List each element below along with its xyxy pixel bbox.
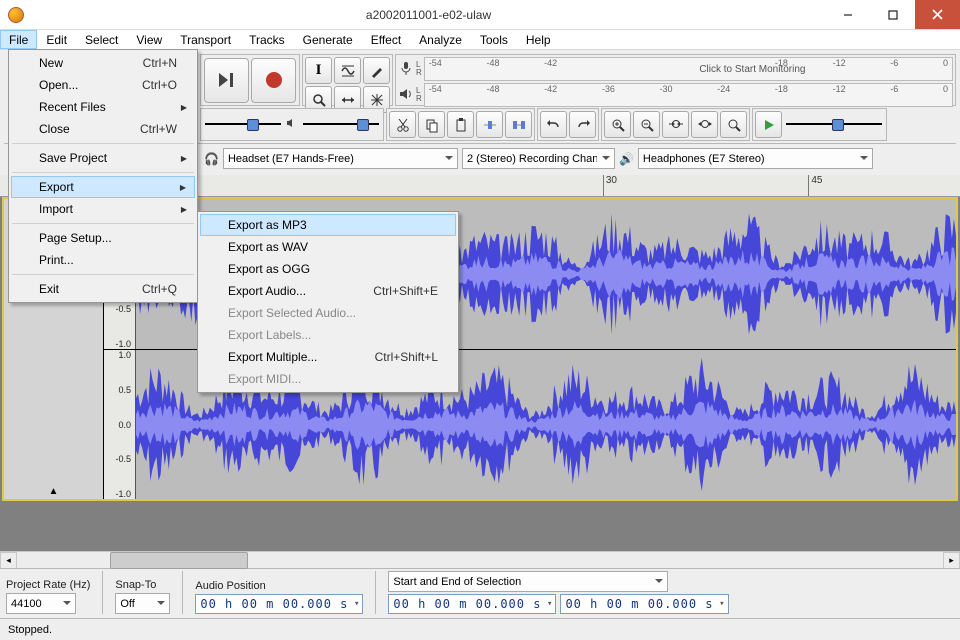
file-menu-dropdown: NewCtrl+NOpen...Ctrl+ORecent FilesCloseC… bbox=[8, 49, 198, 303]
menu-generate[interactable]: Generate bbox=[294, 30, 362, 49]
audio-position-label: Audio Position bbox=[195, 580, 363, 592]
playback-device-combo[interactable]: Headphones (E7 Stereo) bbox=[638, 148, 873, 169]
menu-item-open[interactable]: Open...Ctrl+O bbox=[11, 74, 195, 96]
menu-item-export[interactable]: Export bbox=[11, 176, 195, 198]
menu-item-new[interactable]: NewCtrl+N bbox=[11, 52, 195, 74]
menu-view[interactable]: View bbox=[127, 30, 171, 49]
mic-icon bbox=[398, 60, 414, 79]
speaker-icon bbox=[398, 86, 414, 105]
menu-tracks[interactable]: Tracks bbox=[240, 30, 294, 49]
menu-bar: FileEditSelectViewTransportTracksGenerat… bbox=[0, 30, 960, 50]
close-button[interactable] bbox=[915, 0, 960, 29]
menu-item-save-project[interactable]: Save Project bbox=[11, 147, 195, 169]
undo-button[interactable] bbox=[540, 111, 567, 138]
meter-lr-label-play: LR bbox=[416, 87, 422, 103]
cut-button[interactable] bbox=[389, 111, 416, 138]
paste-button[interactable] bbox=[447, 111, 474, 138]
project-rate-label: Project Rate (Hz) bbox=[6, 579, 90, 591]
zoom-toggle-button[interactable] bbox=[720, 111, 747, 138]
menu-item-exit[interactable]: ExitCtrl+Q bbox=[11, 278, 195, 300]
playatspeed-toolbar bbox=[752, 108, 887, 141]
meter-lr-label: LR bbox=[416, 61, 422, 77]
envelope-tool-button[interactable] bbox=[334, 57, 361, 84]
fit-project-button[interactable] bbox=[691, 111, 718, 138]
redo-button[interactable] bbox=[569, 111, 596, 138]
undo-toolbar bbox=[537, 108, 599, 141]
menu-item-export-audio[interactable]: Export Audio...Ctrl+Shift+E bbox=[200, 280, 456, 302]
menu-item-export-midi: Export MIDI... bbox=[200, 368, 456, 390]
horizontal-scrollbar[interactable]: ◂ ▸ bbox=[0, 551, 960, 568]
menu-help[interactable]: Help bbox=[517, 30, 560, 49]
edit-toolbar bbox=[386, 108, 535, 141]
draw-tool-button[interactable] bbox=[363, 57, 390, 84]
track-collapse-button[interactable]: ▲ bbox=[8, 486, 99, 497]
project-rate-combo[interactable]: 44100 bbox=[6, 593, 76, 614]
zoom-toolbar bbox=[601, 108, 750, 141]
selection-bar: Project Rate (Hz) 44100 Snap-To Off Audi… bbox=[0, 568, 960, 618]
audio-position-field[interactable]: 00 h 00 m 00.000 s bbox=[195, 594, 363, 614]
selection-start-field[interactable]: 00 h 00 m 00.000 s bbox=[388, 594, 556, 614]
menu-select[interactable]: Select bbox=[76, 30, 127, 49]
menu-analyze[interactable]: Analyze bbox=[410, 30, 471, 49]
menu-item-print[interactable]: Print... bbox=[11, 249, 195, 271]
record-meter[interactable]: -54-48-42-36-30-24-18-12-60 Click to Sta… bbox=[424, 57, 953, 81]
menu-item-export-labels: Export Labels... bbox=[200, 324, 456, 346]
copy-button[interactable] bbox=[418, 111, 445, 138]
play-speed-slider[interactable] bbox=[784, 113, 884, 137]
tools-toolbar: I bbox=[302, 54, 393, 106]
record-channels-combo[interactable]: 2 (Stereo) Recording Channels bbox=[462, 148, 615, 169]
menu-file[interactable]: File bbox=[0, 30, 37, 49]
trim-button[interactable] bbox=[476, 111, 503, 138]
title-bar: a2002011001-e02-ulaw bbox=[0, 0, 960, 30]
record-button[interactable] bbox=[251, 58, 296, 103]
meters-toolbar: LR -54-48-42-36-30-24-18-12-60 Click to … bbox=[395, 54, 956, 106]
playback-device-icon: 🔊 bbox=[619, 152, 634, 166]
menu-item-import[interactable]: Import bbox=[11, 198, 195, 220]
timeline-tick: 30 bbox=[603, 175, 617, 196]
speaker-small-icon bbox=[285, 116, 299, 133]
menu-item-export-multiple[interactable]: Export Multiple...Ctrl+Shift+L bbox=[200, 346, 456, 368]
timeline-tick: 45 bbox=[808, 175, 822, 196]
status-text: Stopped. bbox=[8, 619, 60, 640]
menu-item-close[interactable]: CloseCtrl+W bbox=[11, 118, 195, 140]
skip-end-button[interactable] bbox=[204, 58, 249, 103]
transport-toolbar bbox=[200, 54, 300, 106]
scroll-left-button[interactable]: ◂ bbox=[0, 552, 17, 569]
record-device-combo[interactable]: Headset (E7 Hands-Free) bbox=[223, 148, 458, 169]
menu-transport[interactable]: Transport bbox=[171, 30, 240, 49]
menu-tools[interactable]: Tools bbox=[471, 30, 517, 49]
menu-item-export-as-ogg[interactable]: Export as OGG bbox=[200, 258, 456, 280]
menu-item-page-setup[interactable]: Page Setup... bbox=[11, 227, 195, 249]
audio-host-icon: 🎧 bbox=[204, 152, 219, 166]
zoom-in-button[interactable] bbox=[604, 111, 631, 138]
minimize-button[interactable] bbox=[825, 0, 870, 29]
menu-item-export-as-wav[interactable]: Export as WAV bbox=[200, 236, 456, 258]
menu-edit[interactable]: Edit bbox=[37, 30, 76, 49]
window-title: a2002011001-e02-ulaw bbox=[32, 8, 825, 22]
mixer-toolbar bbox=[200, 108, 384, 141]
record-volume-slider[interactable] bbox=[203, 113, 283, 137]
scroll-right-button[interactable]: ▸ bbox=[943, 552, 960, 569]
vertical-scale-right: 1.00.50.0-0.5-1.0 bbox=[104, 350, 136, 499]
snap-to-combo[interactable]: Off bbox=[115, 593, 170, 614]
play-volume-slider[interactable] bbox=[301, 113, 381, 137]
app-icon bbox=[8, 7, 24, 23]
snap-to-label: Snap-To bbox=[115, 579, 170, 591]
status-bar: Stopped. bbox=[0, 618, 960, 640]
selection-tool-button[interactable]: I bbox=[305, 57, 332, 84]
menu-item-recent-files[interactable]: Recent Files bbox=[11, 96, 195, 118]
record-meter-placeholder: Click to Start Monitoring bbox=[699, 64, 805, 75]
menu-item-export-selected-audio: Export Selected Audio... bbox=[200, 302, 456, 324]
silence-button[interactable] bbox=[505, 111, 532, 138]
selection-mode-combo[interactable]: Start and End of Selection bbox=[388, 571, 668, 592]
selection-end-field[interactable]: 00 h 00 m 00.000 s bbox=[560, 594, 728, 614]
export-submenu: Export as MP3Export as WAVExport as OGGE… bbox=[197, 211, 459, 393]
menu-item-export-as-mp3[interactable]: Export as MP3 bbox=[200, 214, 456, 236]
play-at-speed-button[interactable] bbox=[755, 111, 782, 138]
play-meter[interactable]: -54-48-42-36-30-24-18-12-60 bbox=[424, 83, 953, 107]
maximize-button[interactable] bbox=[870, 0, 915, 29]
fit-selection-button[interactable] bbox=[662, 111, 689, 138]
menu-effect[interactable]: Effect bbox=[362, 30, 410, 49]
zoom-out-button[interactable] bbox=[633, 111, 660, 138]
